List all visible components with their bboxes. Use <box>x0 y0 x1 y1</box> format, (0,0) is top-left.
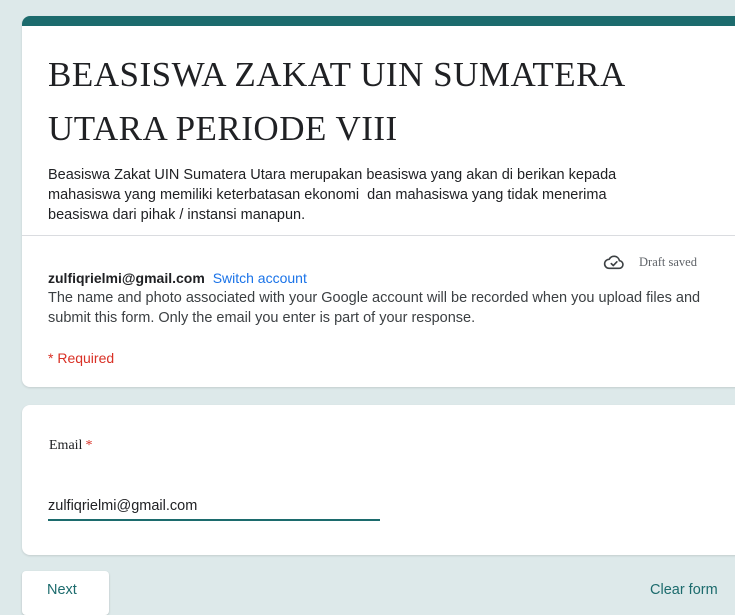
form-title: BEASISWA ZAKAT UIN SUMATERA UTARA PERIOD… <box>48 55 624 148</box>
next-button[interactable]: Next <box>22 571 109 615</box>
clear-form-button[interactable]: Clear form <box>650 582 718 598</box>
required-star: * <box>85 438 93 453</box>
form-description: Beasiswa Zakat UIN Sumatera Utara merupa… <box>48 167 617 223</box>
switch-account-link[interactable]: Switch account <box>213 270 307 286</box>
required-note: * Required <box>48 350 115 366</box>
form-accent-bar <box>22 16 735 26</box>
account-notice: The name and photo associated with your … <box>48 290 701 326</box>
draft-saved-status: Draft saved <box>639 255 697 269</box>
account-email: zulfiqrielmi@gmail.com <box>48 270 205 286</box>
email-input[interactable] <box>48 493 380 521</box>
account-row: zulfiqrielmi@gmail.com Switch account <box>48 270 307 286</box>
email-question-label: Email * <box>49 438 92 454</box>
email-question-card: Email * <box>22 405 735 555</box>
email-label-text: Email <box>49 438 83 453</box>
header-divider <box>22 235 735 236</box>
cloud-check-icon <box>603 255 624 270</box>
form-header-card: BEASISWA ZAKAT UIN SUMATERA UTARA PERIOD… <box>22 16 735 387</box>
